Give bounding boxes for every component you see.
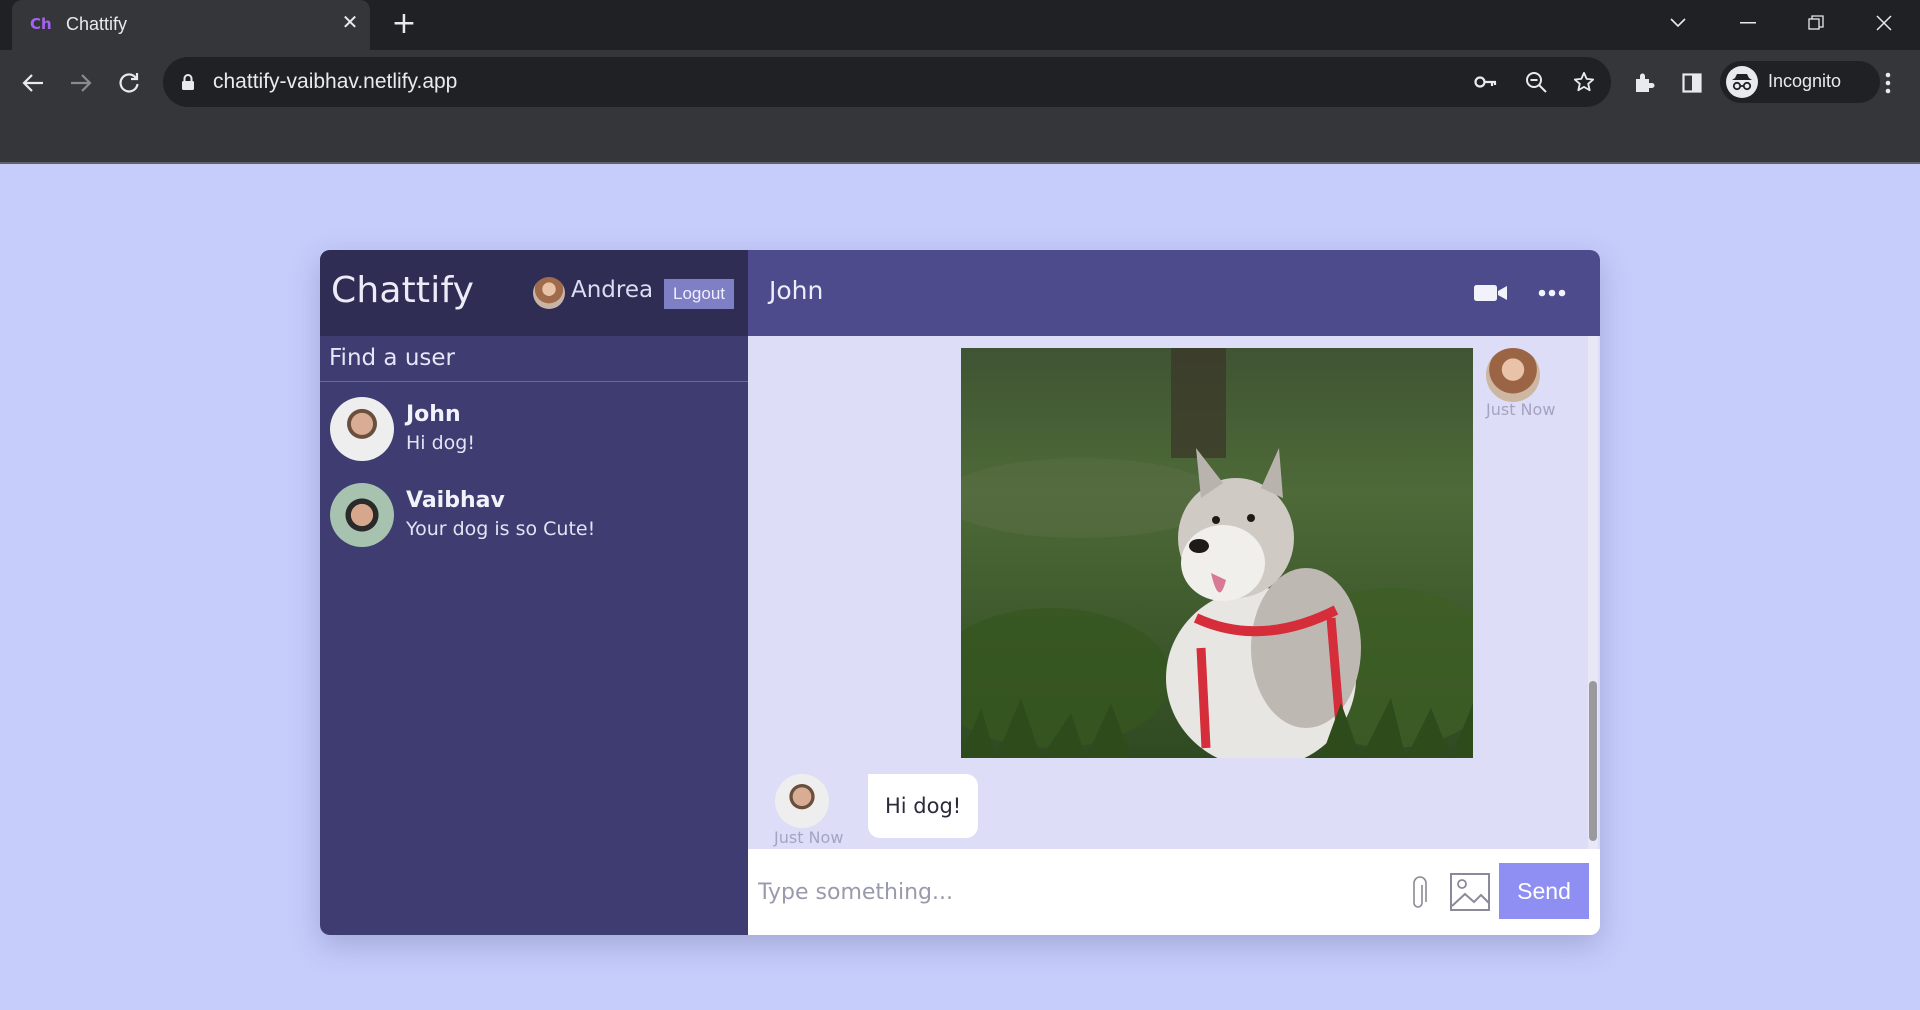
sender-avatar [775,774,829,828]
tab-search-icon[interactable] [1658,8,1698,38]
message-bubble: Hi dog! [868,774,979,838]
url-text[interactable]: chattify-vaibhav.netlify.app [213,70,457,94]
user-search [320,336,748,382]
message-input-bar: Send [748,849,1600,935]
key-icon[interactable] [1473,69,1499,95]
message-time: Just Now [1486,400,1556,419]
incognito-icon [1726,66,1758,98]
video-call-icon[interactable] [1474,280,1508,306]
incognito-label: Incognito [1768,71,1842,91]
current-user-avatar [533,277,565,309]
user-avatar [330,397,394,461]
close-tab-icon[interactable]: ✕ [338,10,362,34]
reload-icon[interactable] [114,68,144,98]
sidebar: Chattify Andrea Logout John Hi dog! Vaib… [320,250,748,935]
chat-user-name: John [406,402,461,427]
chat-header: John [748,250,1600,336]
favicon-icon: Ch [30,15,52,33]
chat-panel: John Just Now Just Now Hi dog! Type some… [748,250,1600,935]
chat-list-item[interactable]: Vaibhav Your dog is so Cute! [320,473,748,559]
message-input[interactable] [758,874,1378,910]
husky-dog-photo[interactable] [961,348,1473,758]
address-bar[interactable]: chattify-vaibhav.netlify.app [163,57,1611,107]
more-options-icon[interactable] [1538,280,1566,306]
user-avatar [330,483,394,547]
messages-area[interactable]: Just Now Just Now Hi dog! [748,336,1600,849]
new-tab-icon[interactable]: + [390,9,418,39]
bookmark-star-icon[interactable] [1571,69,1597,95]
chat-user-name: Vaibhav [406,488,505,513]
lock-icon[interactable] [181,74,195,95]
close-window-icon[interactable] [1864,8,1904,38]
restore-icon[interactable] [1796,8,1836,38]
message-time: Just Now [774,828,844,847]
current-user-name: Andrea [571,277,654,303]
browser-tab[interactable]: Ch Chattify ✕ [12,0,370,50]
send-button[interactable]: Send [1499,863,1589,919]
chat-app: Chattify Andrea Logout John Hi dog! Vaib… [320,250,1600,935]
add-image-icon[interactable] [1449,871,1491,913]
search-input[interactable] [329,342,729,374]
scrollbar-thumb[interactable] [1589,681,1597,841]
chat-title: John [769,276,824,305]
chat-last-message: Your dog is so Cute! [406,518,596,540]
forward-icon[interactable] [66,68,96,98]
sidebar-navbar: Chattify Andrea Logout [320,250,748,336]
browser-toolbar: chattify-vaibhav.netlify.app Incognito [0,50,1920,164]
logout-button[interactable]: Logout [664,279,734,309]
chat-last-message: Hi dog! [406,432,475,454]
minimize-icon[interactable] [1728,8,1768,38]
side-panel-icon[interactable] [1678,69,1706,97]
sender-avatar [1486,348,1540,402]
app-logo: Chattify [331,270,475,311]
incognito-profile-button[interactable]: Incognito [1720,61,1880,103]
back-icon[interactable] [18,68,48,98]
attach-file-icon[interactable] [1408,874,1432,910]
browser-menu-icon[interactable] [1874,69,1902,97]
zoom-out-icon[interactable] [1523,69,1549,95]
extensions-icon[interactable] [1630,69,1658,97]
tab-title: Chattify [66,14,128,34]
browser-tab-strip: Ch Chattify ✕ + [0,0,1920,50]
chat-list-item[interactable]: John Hi dog! [320,387,748,473]
